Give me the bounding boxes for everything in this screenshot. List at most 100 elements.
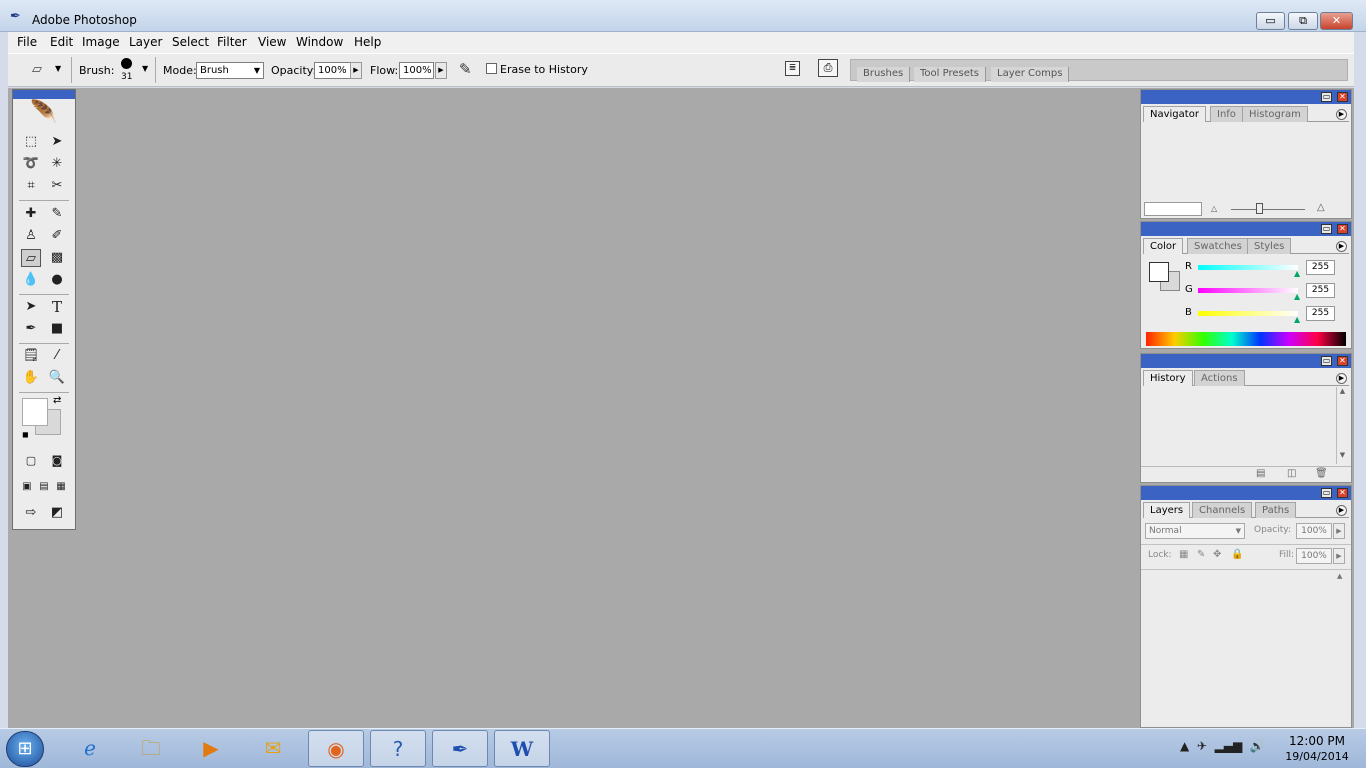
lock-all-icon[interactable]: 🔒 — [1231, 549, 1243, 560]
blur-tool-icon[interactable]: 💧 — [21, 271, 41, 289]
eraser-tool-icon[interactable]: ▱ — [21, 249, 41, 267]
green-slider-thumb-icon[interactable]: ▲ — [1294, 292, 1300, 301]
palette-minimize-icon[interactable]: ▭ — [1321, 356, 1332, 366]
palette-close-icon[interactable]: ✕ — [1337, 92, 1348, 102]
well-tab-tool-presets[interactable]: Tool Presets — [914, 67, 986, 82]
zoom-in-icon[interactable]: △ — [1317, 202, 1325, 213]
file-browser-icon[interactable]: ≣ — [785, 61, 800, 76]
eyedropper-tool-icon[interactable]: ⁄ — [47, 347, 67, 365]
green-value-input[interactable]: 255 — [1306, 283, 1335, 298]
marquee-tool-icon[interactable]: ⬚ — [21, 133, 41, 151]
feather-logo-icon[interactable]: 🪶 — [17, 102, 71, 124]
new-document-from-state-icon[interactable]: ▤ — [1256, 468, 1265, 479]
mode-select[interactable]: Brush ▼ — [196, 62, 264, 79]
menu-edit[interactable]: Edit — [50, 35, 73, 49]
palette-menu-icon[interactable]: ▶ — [1336, 505, 1347, 516]
gradient-tool-icon[interactable]: ▩ — [47, 249, 67, 267]
palette-minimize-icon[interactable]: ▭ — [1321, 92, 1332, 102]
well-tab-brushes[interactable]: Brushes — [857, 67, 911, 82]
show-hidden-icons-icon[interactable]: ▲ — [1180, 739, 1189, 753]
new-snapshot-icon[interactable]: ◫ — [1287, 468, 1296, 479]
fill-arrow-icon[interactable]: ▶ — [1333, 548, 1345, 564]
tab-info[interactable]: Info — [1210, 106, 1243, 122]
slice-tool-icon[interactable]: ✂ — [47, 177, 67, 195]
standard-mode-icon[interactable]: ▢ — [21, 452, 41, 470]
menu-select[interactable]: Select — [172, 35, 209, 49]
blue-slider-thumb-icon[interactable]: ▲ — [1294, 315, 1300, 324]
blue-slider-track[interactable] — [1198, 311, 1298, 316]
palette-close-icon[interactable]: ✕ — [1337, 488, 1348, 498]
delete-state-icon[interactable]: 🗑 — [1315, 468, 1328, 479]
swap-colors-icon[interactable]: ⇄ — [53, 395, 61, 406]
notes-tool-icon[interactable]: 🗒 — [21, 347, 41, 365]
media-player-icon[interactable]: ▶ — [183, 730, 239, 767]
blue-value-input[interactable]: 255 — [1306, 306, 1335, 321]
menu-image[interactable]: Image — [82, 35, 120, 49]
red-value-input[interactable]: 255 — [1306, 260, 1335, 275]
tab-history[interactable]: History — [1143, 370, 1193, 386]
firefox-icon[interactable]: ◉ — [308, 730, 364, 767]
eraser-tool-preset-icon[interactable]: ▱ — [32, 62, 42, 77]
palette-options-icon[interactable]: ⎙ — [818, 59, 838, 77]
help-icon[interactable]: ? — [370, 730, 426, 767]
brush-tool-icon[interactable]: ✎ — [47, 205, 67, 223]
move-tool-icon[interactable]: ➤ — [47, 133, 67, 151]
palette-title-bar[interactable]: ▭ ✕ — [1141, 486, 1351, 500]
erase-to-history-checkbox[interactable] — [486, 63, 497, 74]
palette-menu-icon[interactable]: ▶ — [1336, 109, 1347, 120]
zoom-tool-icon[interactable]: 🔍 — [47, 369, 67, 387]
jump-to-imageready-icon[interactable]: ⇨ — [21, 504, 41, 522]
tool-preset-dropdown-icon[interactable]: ▼ — [55, 64, 61, 73]
opacity-slider-arrow-icon[interactable]: ▶ — [350, 62, 362, 79]
tab-actions[interactable]: Actions — [1194, 370, 1245, 386]
lock-transparency-icon[interactable]: ▦ — [1179, 549, 1188, 560]
tab-navigator[interactable]: Navigator — [1143, 106, 1206, 122]
dodge-tool-icon[interactable]: ● — [47, 271, 67, 289]
palette-minimize-icon[interactable]: ▭ — [1321, 488, 1332, 498]
healing-brush-tool-icon[interactable]: ✚ — [21, 205, 41, 223]
palette-minimize-icon[interactable]: ▭ — [1321, 224, 1332, 234]
palette-menu-icon[interactable]: ▶ — [1336, 373, 1347, 384]
quick-mask-mode-icon[interactable]: ◙ — [47, 452, 67, 470]
pen-tool-icon[interactable]: ✒ — [21, 320, 41, 338]
tab-paths[interactable]: Paths — [1255, 502, 1297, 518]
outlook-icon[interactable]: ✉ — [245, 730, 301, 767]
pin-icon[interactable]: ✈ — [1197, 739, 1207, 753]
path-selection-tool-icon[interactable]: ➤ — [21, 298, 41, 316]
clock[interactable]: 12:00 PM 19/04/2014 — [1279, 733, 1355, 765]
file-explorer-icon[interactable]: 🗀 — [123, 730, 179, 767]
type-tool-icon[interactable]: T — [47, 298, 67, 316]
layer-opacity-arrow-icon[interactable]: ▶ — [1333, 523, 1345, 539]
palette-close-icon[interactable]: ✕ — [1337, 224, 1348, 234]
palette-menu-icon[interactable]: ▶ — [1336, 241, 1347, 252]
close-button[interactable]: ✕ — [1320, 12, 1353, 30]
menu-layer[interactable]: Layer — [129, 35, 162, 49]
airbrush-icon[interactable]: ✎ — [459, 60, 472, 78]
brush-preview-icon[interactable] — [121, 58, 132, 69]
default-colors-icon[interactable]: ◼ — [22, 430, 29, 439]
network-signal-icon[interactable]: ▂▄▆ — [1215, 739, 1243, 753]
history-brush-tool-icon[interactable]: ✐ — [47, 227, 67, 245]
menu-filter[interactable]: Filter — [217, 35, 247, 49]
palette-title-bar[interactable]: ▭ ✕ — [1141, 222, 1351, 236]
green-slider-track[interactable] — [1198, 288, 1298, 293]
layers-scroll-up-icon[interactable]: ▲ — [1337, 572, 1342, 580]
lasso-tool-icon[interactable]: ➰ — [21, 155, 41, 173]
tab-histogram[interactable]: Histogram — [1242, 106, 1308, 122]
magic-wand-tool-icon[interactable]: ✳ — [47, 155, 67, 173]
imageready-icon[interactable]: ◩ — [47, 504, 67, 522]
zoom-percent-field[interactable] — [1144, 202, 1202, 216]
minimize-button[interactable]: ▭ — [1256, 12, 1285, 30]
tab-channels[interactable]: Channels — [1192, 502, 1253, 518]
menu-file[interactable]: File — [17, 35, 37, 49]
internet-explorer-icon[interactable]: ℯ — [62, 730, 118, 767]
volume-icon[interactable]: 🔊 — [1250, 739, 1265, 753]
palette-title-bar[interactable]: ▭ ✕ — [1141, 354, 1351, 368]
toolbox-title-bar[interactable] — [13, 90, 75, 99]
brush-picker-dropdown-icon[interactable]: ▼ — [142, 64, 148, 73]
palette-title-bar[interactable]: ▭ ✕ — [1141, 90, 1351, 104]
maximize-button[interactable]: ⧉ — [1288, 12, 1318, 30]
history-scrollbar[interactable]: ▲ ▼ — [1336, 387, 1348, 464]
scroll-up-icon[interactable]: ▲ — [1337, 387, 1348, 395]
flow-slider-arrow-icon[interactable]: ▶ — [435, 62, 447, 79]
